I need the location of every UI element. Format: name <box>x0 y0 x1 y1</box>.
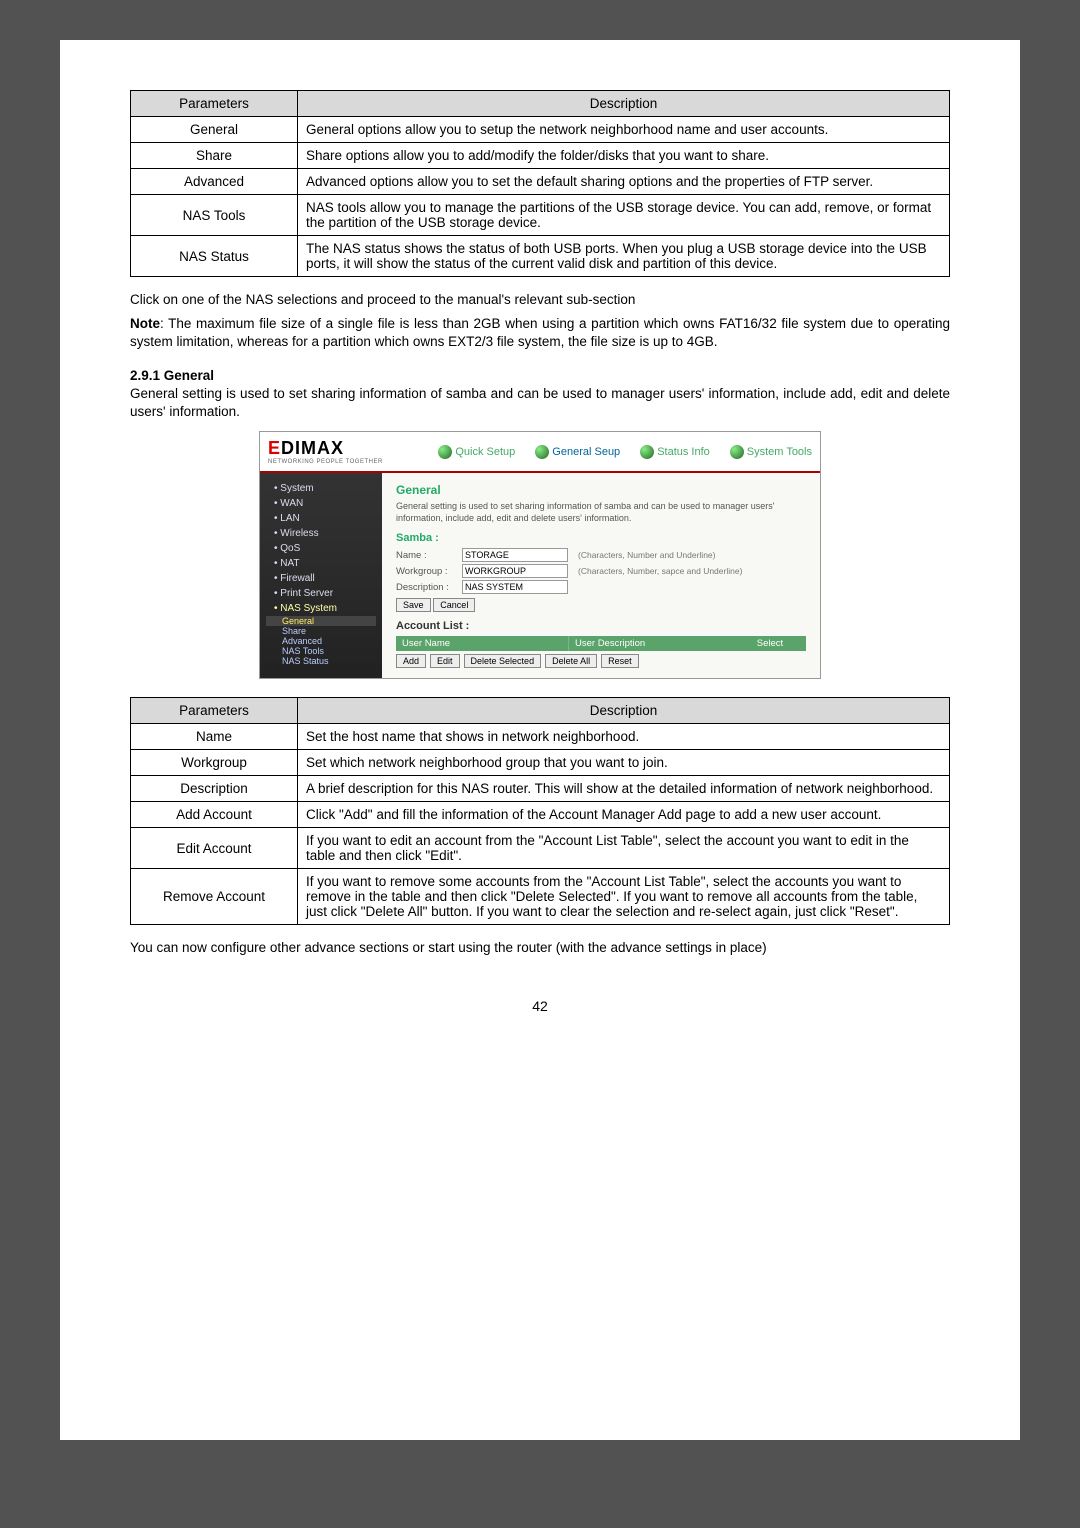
t2-h2: Description <box>298 698 950 724</box>
t2r1p: Workgroup <box>131 750 298 776</box>
t2r5p: Remove Account <box>131 869 298 925</box>
t2r1d: Set which network neighborhood group tha… <box>298 750 950 776</box>
t2r4p: Edit Account <box>131 828 298 869</box>
sidebar-item-lan[interactable]: LAN <box>266 511 376 526</box>
globe-icon <box>535 445 549 459</box>
section-heading: 2.9.1 General <box>130 368 950 383</box>
nav-quick-setup[interactable]: Quick Setup <box>438 445 515 459</box>
closing-paragraph: You can now configure other advance sect… <box>130 939 950 957</box>
t1r1d: Share options allow you to add/modify th… <box>298 143 950 169</box>
sidebar-sub-nas-status[interactable]: NAS Status <box>266 656 376 666</box>
note-body: : The maximum file size of a single file… <box>130 316 950 349</box>
row-workgroup: Workgroup : (Characters, Number, sapce a… <box>396 564 806 578</box>
t1r2d: Advanced options allow you to set the de… <box>298 169 950 195</box>
t2r3d: Click "Add" and fill the information of … <box>298 802 950 828</box>
description-label: Description : <box>396 582 456 593</box>
note-paragraph: Note: The maximum file size of a single … <box>130 315 950 351</box>
t1-h2: Description <box>298 91 950 117</box>
row-description: Description : <box>396 580 806 594</box>
row-name: Name : (Characters, Number and Underline… <box>396 548 806 562</box>
globe-icon <box>730 445 744 459</box>
t1-h1: Parameters <box>131 91 298 117</box>
sidebar-item-wan[interactable]: WAN <box>266 496 376 511</box>
sidebar-sub-share[interactable]: Share <box>266 626 376 636</box>
sidebar-item-wireless[interactable]: Wireless <box>266 526 376 541</box>
col-select: Select <box>734 636 806 651</box>
t2r4d: If you want to edit an account from the … <box>298 828 950 869</box>
sidebar: System WAN LAN Wireless QoS NAT Firewall… <box>260 473 382 678</box>
t1r1p: Share <box>131 143 298 169</box>
name-hint: (Characters, Number and Underline) <box>578 550 715 560</box>
name-label: Name : <box>396 550 456 561</box>
section-body: General setting is used to set sharing i… <box>130 385 950 421</box>
router-ui-screenshot: EDIMAX NETWORKING PEOPLE TOGETHER Quick … <box>259 431 821 679</box>
t2r2d: A brief description for this NAS router.… <box>298 776 950 802</box>
nas-sections-table: Parameters Description GeneralGeneral op… <box>130 90 950 277</box>
delete-selected-button[interactable]: Delete Selected <box>464 654 542 668</box>
sidebar-sub-nas-tools[interactable]: NAS Tools <box>266 646 376 656</box>
nav-general-setup[interactable]: General Seup <box>535 445 620 459</box>
t2r5d: If you want to remove some accounts from… <box>298 869 950 925</box>
t1r0d: General options allow you to setup the n… <box>298 117 950 143</box>
account-list-heading: Account List : <box>396 620 806 632</box>
account-table-header: User Name User Description Select <box>396 636 806 651</box>
workgroup-input[interactable] <box>462 564 568 578</box>
t1r4d: The NAS status shows the status of both … <box>298 236 950 277</box>
sidebar-item-nas-system[interactable]: NAS System <box>266 601 376 616</box>
note-label: Note <box>130 316 160 331</box>
t1r3d: NAS tools allow you to manage the partit… <box>298 195 950 236</box>
t1r4p: NAS Status <box>131 236 298 277</box>
top-nav: Quick Setup General Seup Status Info Sys… <box>438 445 812 459</box>
workgroup-label: Workgroup : <box>396 566 456 577</box>
shot-body: System WAN LAN Wireless QoS NAT Firewall… <box>260 473 820 678</box>
sidebar-sub-general[interactable]: General <box>266 616 376 626</box>
sidebar-item-qos[interactable]: QoS <box>266 541 376 556</box>
document-page: Parameters Description GeneralGeneral op… <box>60 40 1020 1440</box>
t2r2p: Description <box>131 776 298 802</box>
t2r0d: Set the host name that shows in network … <box>298 724 950 750</box>
workgroup-hint: (Characters, Number, sapce and Underline… <box>578 566 742 576</box>
sidebar-item-firewall[interactable]: Firewall <box>266 571 376 586</box>
nav-system-tools[interactable]: System Tools <box>730 445 812 459</box>
sidebar-item-system[interactable]: System <box>266 481 376 496</box>
description-input[interactable] <box>462 580 568 594</box>
add-button[interactable]: Add <box>396 654 426 668</box>
sidebar-item-nat[interactable]: NAT <box>266 556 376 571</box>
edit-button[interactable]: Edit <box>430 654 460 668</box>
t1r2p: Advanced <box>131 169 298 195</box>
edimax-logo: EDIMAX NETWORKING PEOPLE TOGETHER <box>268 438 383 465</box>
cancel-button[interactable]: Cancel <box>433 598 475 612</box>
reset-button[interactable]: Reset <box>601 654 639 668</box>
t2-h1: Parameters <box>131 698 298 724</box>
page-number: 42 <box>130 998 950 1014</box>
sidebar-sub-advanced[interactable]: Advanced <box>266 636 376 646</box>
col-user-name: User Name <box>396 636 569 651</box>
general-params-table: Parameters Description NameSet the host … <box>130 697 950 925</box>
save-cancel-row: Save Cancel <box>396 598 806 612</box>
t2r0p: Name <box>131 724 298 750</box>
globe-icon <box>640 445 654 459</box>
globe-icon <box>438 445 452 459</box>
account-buttons: Add Edit Delete Selected Delete All Rese… <box>396 654 806 668</box>
t2r3p: Add Account <box>131 802 298 828</box>
t1r3p: NAS Tools <box>131 195 298 236</box>
t1r0p: General <box>131 117 298 143</box>
logo-tagline: NETWORKING PEOPLE TOGETHER <box>268 459 383 465</box>
delete-all-button[interactable]: Delete All <box>545 654 597 668</box>
shot-header: EDIMAX NETWORKING PEOPLE TOGETHER Quick … <box>260 432 820 473</box>
save-button[interactable]: Save <box>396 598 431 612</box>
samba-heading: Samba : <box>396 532 806 544</box>
sidebar-item-print-server[interactable]: Print Server <box>266 586 376 601</box>
panel-title: General <box>396 483 806 497</box>
panel-intro: General setting is used to set sharing i… <box>396 501 806 524</box>
col-user-description: User Description <box>569 636 734 651</box>
para-click-selection: Click on one of the NAS selections and p… <box>130 291 950 309</box>
main-panel: General General setting is used to set s… <box>382 473 820 678</box>
name-input[interactable] <box>462 548 568 562</box>
nav-status-info[interactable]: Status Info <box>640 445 710 459</box>
